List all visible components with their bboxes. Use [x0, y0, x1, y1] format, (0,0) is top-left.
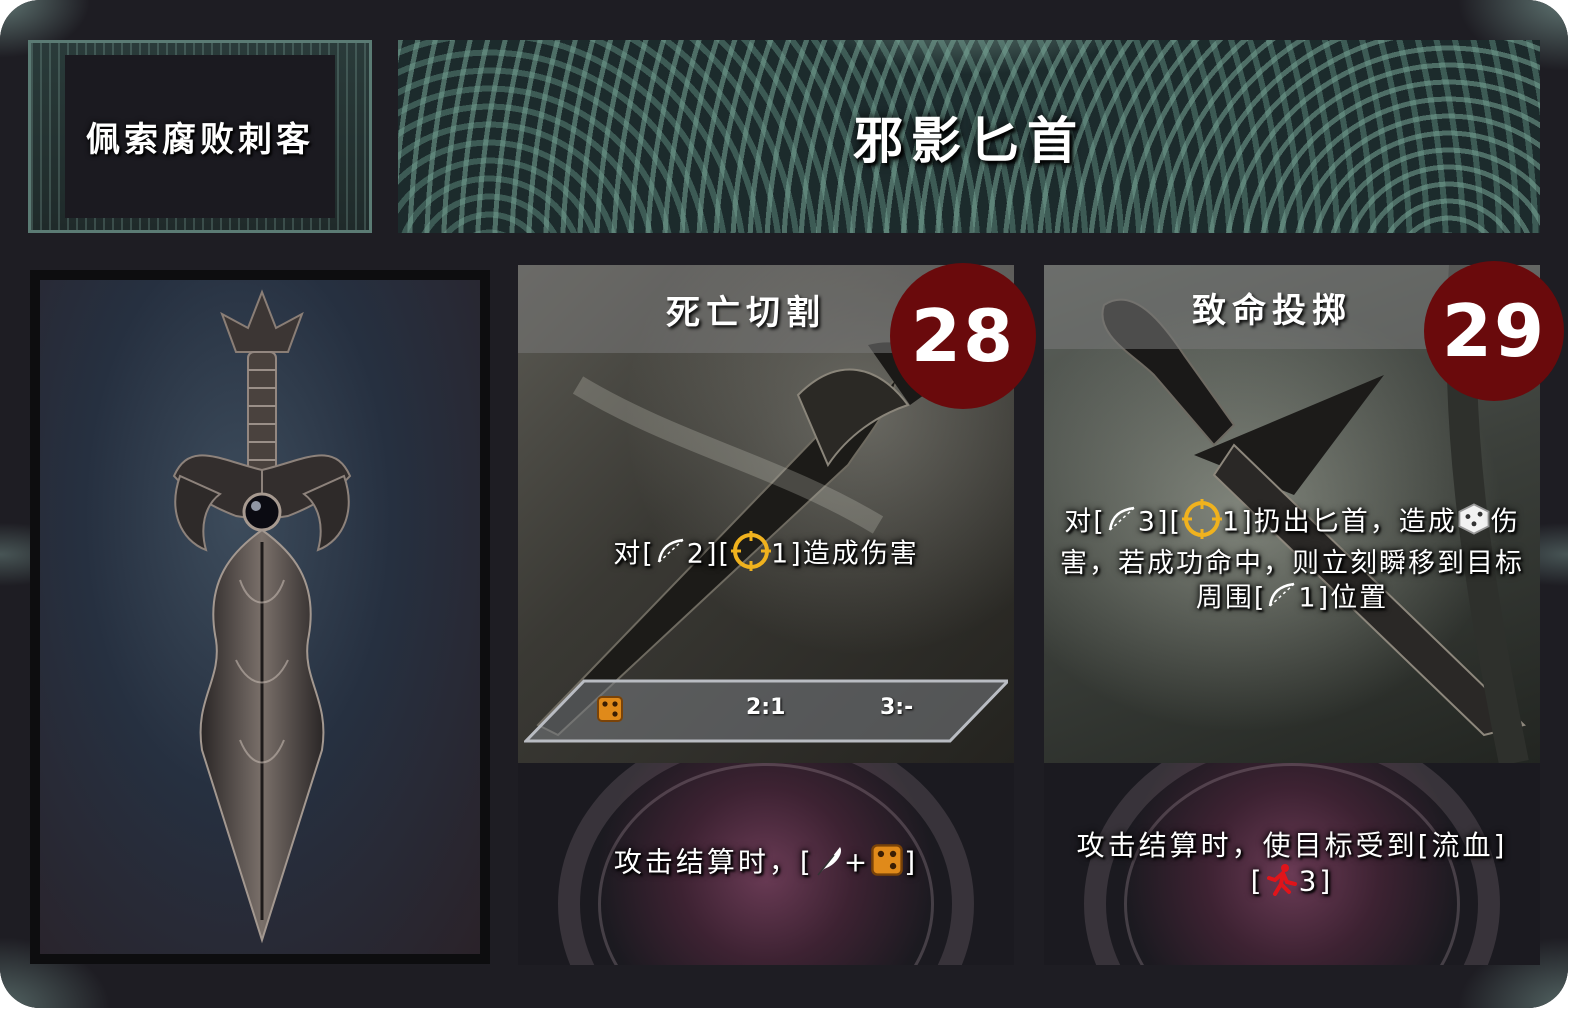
skill-card-2: 致命投掷 29 对[3][1]扔出匕首，造成 伤害，若成功命中，则立刻瞬移到目标周… [1044, 261, 1564, 965]
weapon-art-panel [30, 270, 490, 964]
dice-result-bar: 1: 2:1 3:- [524, 679, 1008, 743]
cost-badge: 29 [1424, 261, 1564, 401]
passive-panel: 攻击结算时，[ +] [518, 763, 1014, 965]
dice-result-1: 1: [596, 695, 623, 722]
white-die-icon [1457, 502, 1491, 544]
desc-text: ]位置 [1317, 582, 1389, 614]
target-value: 1 [771, 538, 791, 570]
bow-range-icon [1106, 504, 1138, 542]
target-value: 1 [1222, 506, 1242, 538]
weapon-title: 邪影匕首 [853, 111, 1085, 170]
target-icon [731, 531, 772, 579]
desc-text: ][ [1156, 506, 1183, 538]
feather-icon [814, 843, 844, 884]
desc-text: ][ [705, 538, 732, 570]
dice-result-3: 3:- [880, 695, 913, 720]
passive-desc: 攻击结算时，[ [613, 845, 814, 879]
passive-text: 攻击结算时，[ +] [548, 843, 984, 884]
passive-panel: 攻击结算时，使目标受到[流血][3] [1044, 763, 1540, 965]
range-value: 2 [686, 538, 706, 570]
bleed-icon [1265, 862, 1299, 903]
range-value: 1 [1298, 582, 1318, 614]
skill-card-1: 死亡切割 28 对[ 2][ 1]造成伤害 1: 2:1 3:- 攻击结算时，[ +] [518, 263, 1036, 965]
passive-text: 攻击结算时，使目标受到[流血][3] [1074, 829, 1510, 903]
desc-text: 对[ [613, 538, 655, 570]
bow-range-icon [655, 536, 687, 574]
dice-result-label: 2:1 [746, 695, 786, 720]
skill-name: 致命投掷 [1192, 290, 1352, 331]
dagger-icon [172, 289, 352, 944]
character-name-plate: 佩索腐败刺客 [65, 55, 335, 218]
target-icon [1182, 499, 1223, 547]
skill-card: 佩索腐败刺客 邪影匕首 死亡切割 28 对[2][1]造成伤害 2:1 3:… [0, 0, 1568, 1008]
cost-badge: 28 [890, 263, 1036, 409]
plus-sign: + [843, 845, 871, 879]
skill-description: 对[3][1]扔出匕首，造成 伤害，若成功命中，则立刻瞬移到目标周围[1]位置 [1054, 499, 1530, 618]
dice-result-label: 3:- [880, 695, 914, 720]
title-banner: 邪影匕首 [398, 40, 1540, 233]
character-name: 佩索腐败刺客 [86, 120, 314, 160]
bleed-value: 3 [1298, 864, 1320, 898]
orange-die-icon [870, 843, 904, 884]
passive-desc: ] [1319, 864, 1334, 898]
dagger-illustration [40, 280, 480, 954]
dice-result-2: 2:1 [746, 695, 785, 720]
desc-text: ]扔出匕首，造成 [1241, 506, 1457, 538]
bow-range-icon [1266, 580, 1298, 618]
passive-desc: ] [904, 845, 919, 879]
character-name-box: 佩索腐败刺客 [28, 40, 372, 233]
range-value: 3 [1137, 506, 1157, 538]
skill-name: 死亡切割 [666, 292, 826, 333]
skill-description: 对[ 2][ 1]造成伤害 [528, 531, 1004, 579]
desc-text: 对[ [1064, 506, 1106, 538]
desc-text: ]造成伤害 [790, 538, 919, 570]
